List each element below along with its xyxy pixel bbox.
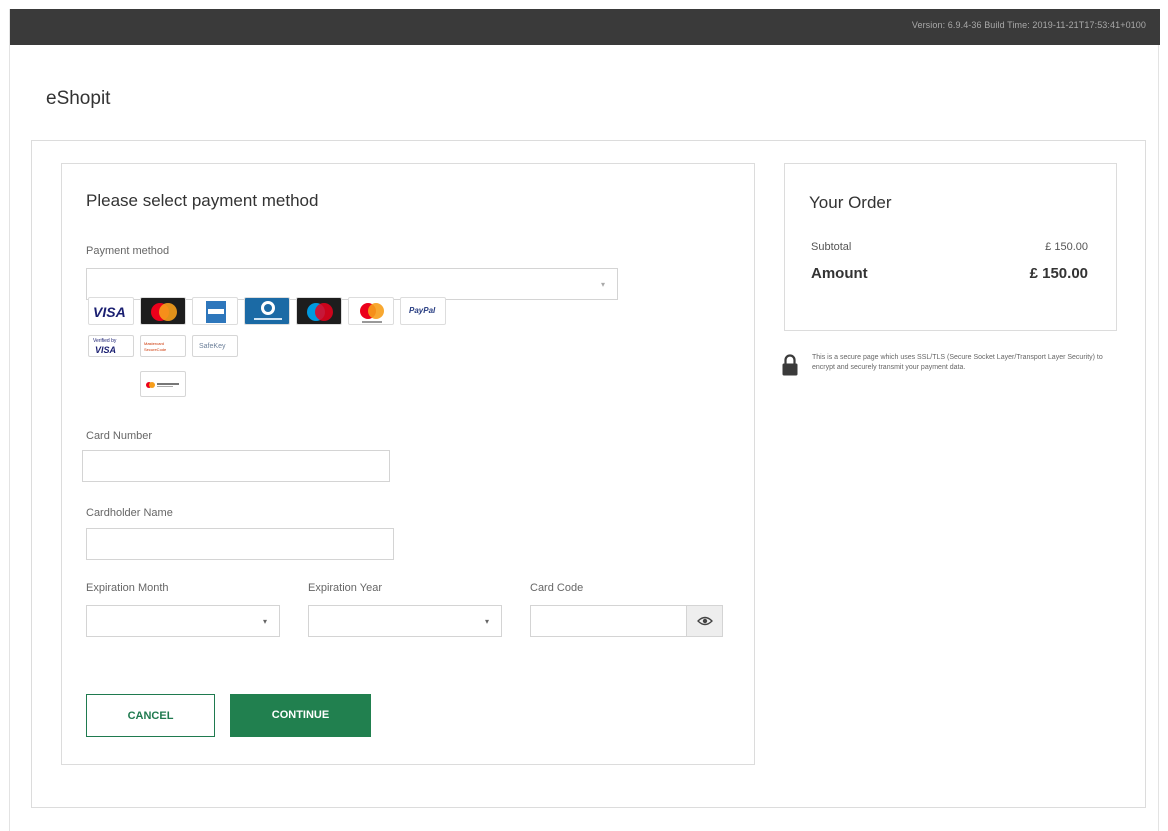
mastercard-logo-alt[interactable] — [348, 297, 394, 325]
cancel-button[interactable]: CANCEL — [86, 694, 215, 737]
chevron-down-icon: ▾ — [600, 280, 605, 289]
expiration-year-select[interactable]: ▾ — [308, 605, 502, 637]
subtotal-label: Subtotal — [811, 241, 852, 253]
continue-button[interactable]: CONTINUE — [230, 694, 371, 737]
payment-method-label: Payment method — [86, 245, 170, 257]
expiration-year-label: Expiration Year — [308, 582, 382, 594]
paypal-logo[interactable]: PayPal — [400, 297, 446, 325]
verified-by-visa-logo[interactable]: Verified by VISA — [88, 335, 134, 357]
payment-panel: Please select payment method Payment met… — [61, 163, 755, 765]
cardholder-name-label: Cardholder Name — [86, 507, 173, 519]
payment-title: Please select payment method — [86, 191, 319, 210]
payment-method-select[interactable]: ▾ — [86, 268, 618, 300]
brand-name: eShopit — [46, 88, 111, 109]
expiration-month-select[interactable]: ▾ — [86, 605, 280, 637]
chevron-down-icon: ▾ — [262, 617, 267, 626]
expiration-month-label: Expiration Month — [86, 582, 169, 594]
visa-logo[interactable]: VISA — [88, 297, 134, 325]
card-code-label: Card Code — [530, 582, 584, 594]
order-summary-panel: Your Order Subtotal £ 150.00 Amount £ 15… — [784, 163, 1117, 331]
secure-page-notice: This is a secure page which uses SSL/TLS… — [782, 353, 1112, 403]
maestro-logo[interactable] — [296, 297, 342, 325]
mastercard-logo[interactable] — [140, 297, 186, 325]
amex-logo[interactable] — [192, 297, 238, 325]
amount-value: £ 150.00 — [1029, 265, 1088, 282]
mastercard-securecode-logo[interactable]: Mastercard SecureCode — [140, 335, 186, 357]
show-card-code-button[interactable] — [686, 606, 722, 636]
mastercard-id-check-logo[interactable] — [140, 371, 186, 397]
subtotal-value: £ 150.00 — [1045, 241, 1088, 253]
card-number-input[interactable] — [82, 450, 390, 482]
version-info: Version: 6.9.4-36 Build Time: 2019-11-21… — [911, 20, 1146, 30]
safekey-logo[interactable]: SafeKey — [192, 335, 238, 357]
amount-label: Amount — [811, 265, 868, 282]
top-bar: Version: 6.9.4-36 Build Time: 2019-11-21… — [10, 9, 1160, 45]
secure-page-text: This is a secure page which uses SSL/TLS… — [812, 354, 1103, 371]
card-code-input[interactable] — [530, 605, 723, 637]
chevron-down-icon: ▾ — [484, 617, 489, 626]
eye-icon — [697, 616, 713, 626]
order-title: Your Order — [809, 193, 892, 212]
card-logos: VISA PayPal Verified by VISA Mastercard … — [88, 297, 448, 397]
lock-icon — [782, 354, 798, 376]
diners-club-logo[interactable] — [244, 297, 290, 325]
card-number-label: Card Number — [86, 430, 153, 442]
page: Version: 6.9.4-36 Build Time: 2019-11-21… — [9, 9, 1160, 831]
cardholder-name-input[interactable] — [86, 528, 394, 560]
